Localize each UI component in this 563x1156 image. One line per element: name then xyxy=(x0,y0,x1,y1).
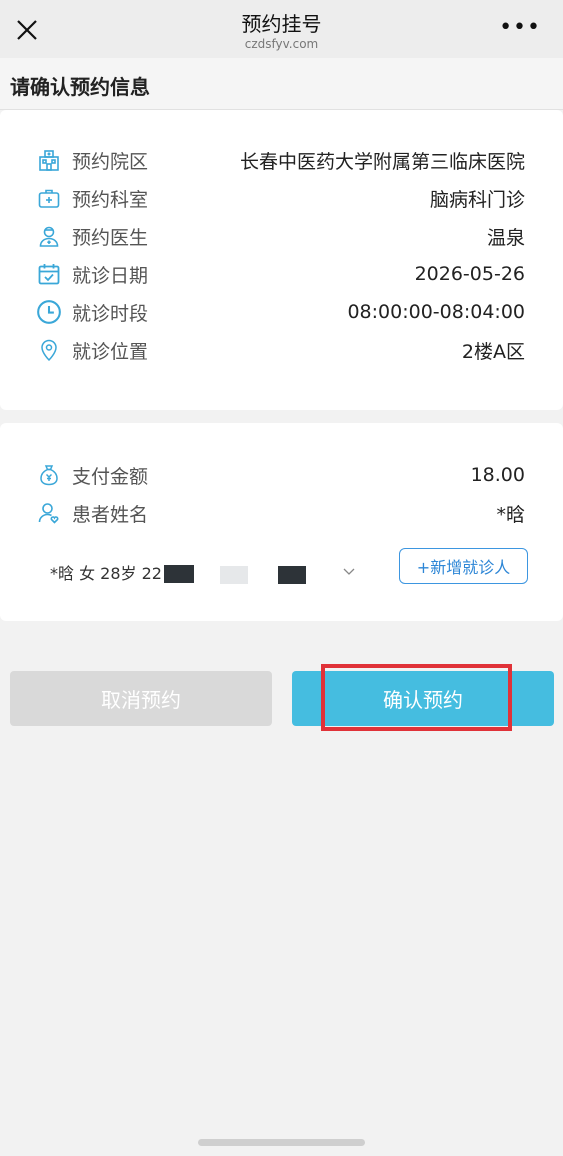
patient-icon xyxy=(36,500,62,526)
money-bag-icon xyxy=(36,462,62,488)
info-label: 预约院区 xyxy=(72,150,149,173)
redacted-block xyxy=(277,566,306,584)
payment-card: 支付金额 18.00 患者姓名 *晗 *晗 女 28岁 22 +新增就诊人 xyxy=(0,423,563,621)
section-header: 请确认预约信息 xyxy=(0,58,563,110)
patient-selector-text: *晗 女 28岁 22 xyxy=(50,564,162,583)
info-value: *晗 xyxy=(496,503,525,526)
info-label: 就诊日期 xyxy=(72,264,149,287)
chevron-down-icon[interactable] xyxy=(343,568,355,576)
info-value: 08:00:00-08:04:00 xyxy=(347,301,525,323)
doctor-icon xyxy=(36,223,62,249)
highlight-box xyxy=(321,664,512,731)
info-label: 就诊位置 xyxy=(72,340,149,363)
add-patient-button[interactable]: +新增就诊人 xyxy=(399,548,528,584)
info-row-department: 预约科室 脑病科门诊 xyxy=(36,183,525,213)
clock-icon xyxy=(36,299,62,325)
info-row-doctor: 预约医生 温泉 xyxy=(36,221,525,251)
info-row-time: 就诊时段 08:00:00-08:04:00 xyxy=(36,297,525,327)
info-label: 预约医生 xyxy=(72,226,149,249)
section-title: 请确认预约信息 xyxy=(10,75,150,99)
info-value: 温泉 xyxy=(486,226,525,249)
calendar-icon xyxy=(36,261,62,287)
info-label: 患者姓名 xyxy=(72,503,149,526)
info-row-patient-name: 患者姓名 *晗 xyxy=(36,498,525,528)
appointment-card: 预约院区 长春中医药大学附属第三临床医院 预约科室 脑病科门诊 预约医生 温泉 … xyxy=(0,110,563,410)
location-pin-icon xyxy=(36,337,62,363)
info-label: 支付金额 xyxy=(72,465,149,488)
more-menu-icon[interactable]: ••• xyxy=(499,17,541,39)
page-domain: czdsfyv.com xyxy=(244,37,319,51)
info-row-amount: 支付金额 18.00 xyxy=(36,460,525,490)
info-value: 18.00 xyxy=(470,464,525,486)
hospital-icon xyxy=(36,147,62,173)
info-value: 脑病科门诊 xyxy=(429,188,525,211)
info-row-campus: 预约院区 长春中医药大学附属第三临床医院 xyxy=(36,145,525,175)
patient-selector[interactable]: *晗 女 28岁 22 xyxy=(50,560,306,584)
page-title: 预约挂号 xyxy=(241,12,322,36)
info-value: 2楼A区 xyxy=(461,340,525,363)
info-label: 预约科室 xyxy=(72,188,149,211)
info-label: 就诊时段 xyxy=(72,302,149,325)
home-indicator xyxy=(198,1139,365,1146)
info-value: 长春中医药大学附属第三临床医院 xyxy=(239,150,525,173)
redacted-block xyxy=(163,565,194,583)
redacted-block xyxy=(219,566,248,584)
info-row-location: 就诊位置 2楼A区 xyxy=(36,335,525,365)
info-row-date: 就诊日期 2026-05-26 xyxy=(36,259,525,289)
info-value: 2026-05-26 xyxy=(414,263,525,285)
cancel-appointment-button[interactable]: 取消预约 xyxy=(10,671,272,726)
medical-kit-icon xyxy=(36,185,62,211)
nav-bar: 预约挂号 czdsfyv.com ••• xyxy=(0,0,563,58)
